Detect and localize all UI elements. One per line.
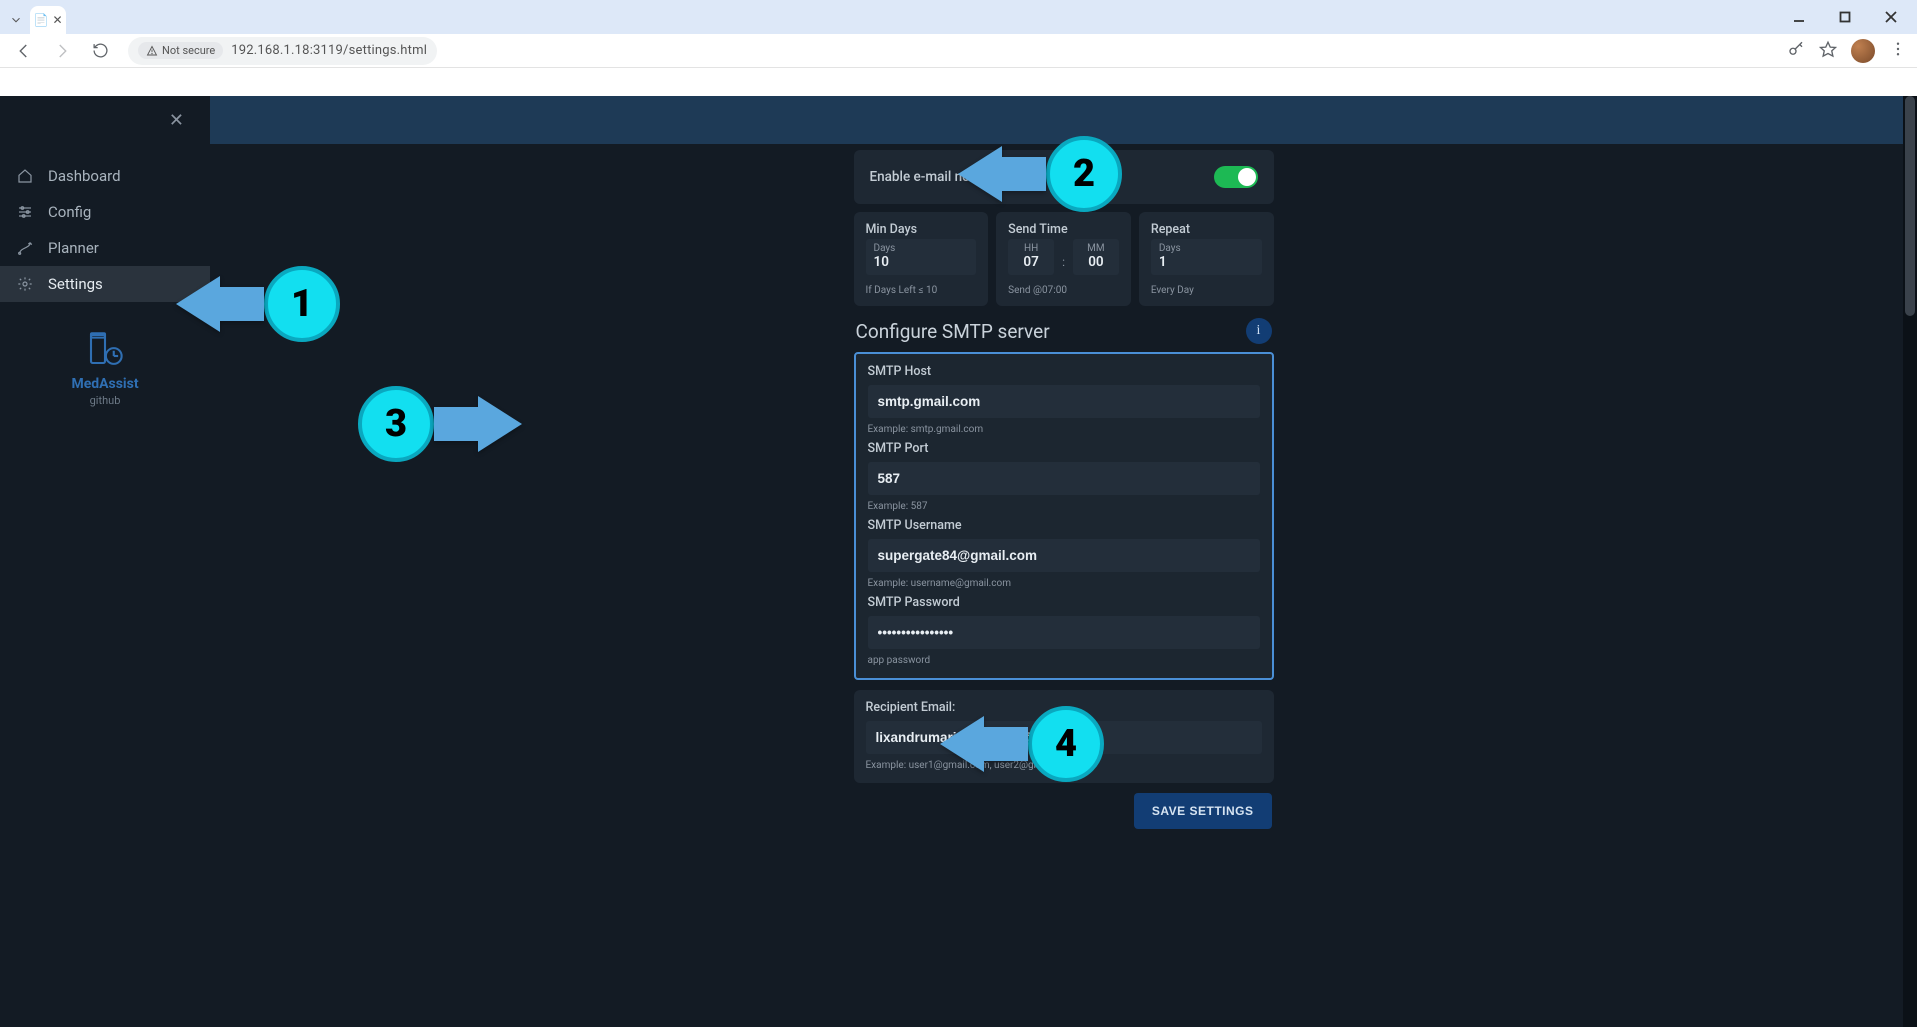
send-time-hh-input[interactable]: HH 07 [1008, 239, 1054, 275]
app-viewport: ✕ Dashboard Config Planner Settings [0, 96, 1917, 1027]
recipient-email-input[interactable] [866, 721, 1262, 754]
smtp-password-input[interactable] [868, 616, 1260, 649]
schedule-row: Min Days Days 10 If Days Left ≤ 10 Send … [854, 212, 1274, 306]
field-label: Recipient Email: [866, 700, 1262, 715]
sidebar-item-label: Dashboard [48, 167, 121, 185]
nav-forward-button[interactable] [48, 37, 76, 65]
enable-notifications-panel: Enable e-mail notifications [854, 150, 1274, 204]
brand-block[interactable]: MedAssist github [0, 328, 210, 407]
min-days-value: 10 [874, 254, 969, 270]
field-label: SMTP Port [868, 441, 1260, 456]
warning-icon [146, 45, 158, 57]
repeat-value: 1 [1159, 254, 1254, 270]
field-label: SMTP Username [868, 518, 1260, 533]
field-title: Repeat [1151, 222, 1262, 237]
recipient-panel: Recipient Email: Example: user1@gmail.co… [854, 690, 1274, 783]
time-colon: : [1062, 243, 1065, 269]
brand-subtitle: github [90, 394, 121, 407]
repeat-panel: Repeat Days 1 Every Day [1139, 212, 1274, 306]
tab-list-dropdown[interactable] [4, 8, 28, 32]
smtp-section-header: Configure SMTP server i [856, 318, 1272, 344]
min-days-input[interactable]: Days 10 [866, 239, 977, 275]
bookmark-star-icon[interactable] [1819, 40, 1837, 62]
sidebar: ✕ Dashboard Config Planner Settings [0, 96, 210, 1027]
sidebar-item-dashboard[interactable]: Dashboard [0, 158, 210, 194]
browser-tab[interactable]: 📄 ✕ [30, 6, 66, 34]
sidebar-item-config[interactable]: Config [0, 194, 210, 230]
browser-toolbar: Not secure 192.168.1.18:3119/settings.ht… [0, 34, 1917, 68]
field-hint: Every Day [1151, 285, 1262, 296]
brand-name: MedAssist [71, 376, 138, 392]
main-content: Enable e-mail notifications Min Days Day… [210, 96, 1917, 1027]
hh-label: HH [1016, 243, 1046, 254]
browser-menu-icon[interactable] [1889, 40, 1907, 62]
profile-avatar[interactable] [1851, 39, 1875, 63]
nav-reload-button[interactable] [86, 37, 114, 65]
field-hint: Example: smtp.gmail.com [868, 424, 1260, 435]
sidebar-item-planner[interactable]: Planner [0, 230, 210, 266]
sidebar-item-label: Settings [48, 275, 103, 293]
home-icon [16, 168, 34, 184]
smtp-username-input[interactable] [868, 539, 1260, 572]
vertical-scrollbar[interactable] [1903, 96, 1917, 1027]
min-days-panel: Min Days Days 10 If Days Left ≤ 10 [854, 212, 989, 306]
window-close-button[interactable] [1877, 3, 1905, 31]
mm-label: MM [1081, 243, 1111, 254]
field-hint: Example: 587 [868, 501, 1260, 512]
field-hint: Send @07:00 [1008, 285, 1119, 296]
smtp-port-input[interactable] [868, 462, 1260, 495]
gear-icon [16, 276, 34, 292]
unit-label: Days [1159, 243, 1254, 254]
security-chip[interactable]: Not secure [138, 42, 223, 59]
field-hint: If Days Left ≤ 10 [866, 285, 977, 296]
field-label: SMTP Password [868, 595, 1260, 610]
password-key-icon[interactable] [1787, 40, 1805, 62]
smtp-info-button[interactable]: i [1246, 318, 1272, 344]
security-label: Not secure [162, 44, 215, 57]
enable-notifications-toggle[interactable] [1214, 166, 1258, 188]
window-minimize-button[interactable] [1785, 3, 1813, 31]
field-hint: app password [868, 655, 1260, 666]
tab-close-icon[interactable]: ✕ [52, 13, 62, 27]
field-hint: Example: user1@gmail.com, user2@gmail.co… [866, 760, 1262, 771]
tab-favicon-icon: 📄 [34, 13, 49, 27]
nav-back-button[interactable] [10, 37, 38, 65]
browser-title-bar: 📄 ✕ [0, 0, 1917, 34]
route-icon [16, 240, 34, 256]
repeat-input[interactable]: Days 1 [1151, 239, 1262, 275]
app-header-bar [210, 96, 1903, 144]
field-label: SMTP Host [868, 364, 1260, 379]
sidebar-item-label: Planner [48, 239, 99, 257]
send-time-panel: Send Time HH 07 : MM 00 Send @07:00 [996, 212, 1131, 306]
send-time-mm: 00 [1081, 254, 1111, 270]
sliders-icon [16, 204, 34, 220]
field-hint: Example: username@gmail.com [868, 578, 1260, 589]
smtp-host-input[interactable] [868, 385, 1260, 418]
unit-label: Days [874, 243, 969, 254]
field-title: Send Time [1008, 222, 1119, 237]
scrollbar-thumb[interactable] [1905, 96, 1915, 316]
field-title: Min Days [866, 222, 977, 237]
smtp-config-box: SMTP Host Example: smtp.gmail.com SMTP P… [854, 352, 1274, 680]
send-time-hh: 07 [1016, 254, 1046, 270]
sidebar-close-icon[interactable]: ✕ [169, 110, 184, 131]
brand-logo-icon [84, 328, 126, 370]
section-title: Configure SMTP server [856, 320, 1050, 343]
toggle-label: Enable e-mail notifications [870, 169, 1031, 185]
save-settings-button[interactable]: SAVE SETTINGS [1134, 793, 1272, 829]
blank-strip [0, 68, 1917, 96]
sidebar-item-settings[interactable]: Settings [0, 266, 210, 302]
send-time-mm-input[interactable]: MM 00 [1073, 239, 1119, 275]
url-text: 192.168.1.18:3119/settings.html [231, 43, 427, 58]
sidebar-item-label: Config [48, 203, 91, 221]
window-maximize-button[interactable] [1831, 3, 1859, 31]
address-bar[interactable]: Not secure 192.168.1.18:3119/settings.ht… [128, 37, 437, 65]
